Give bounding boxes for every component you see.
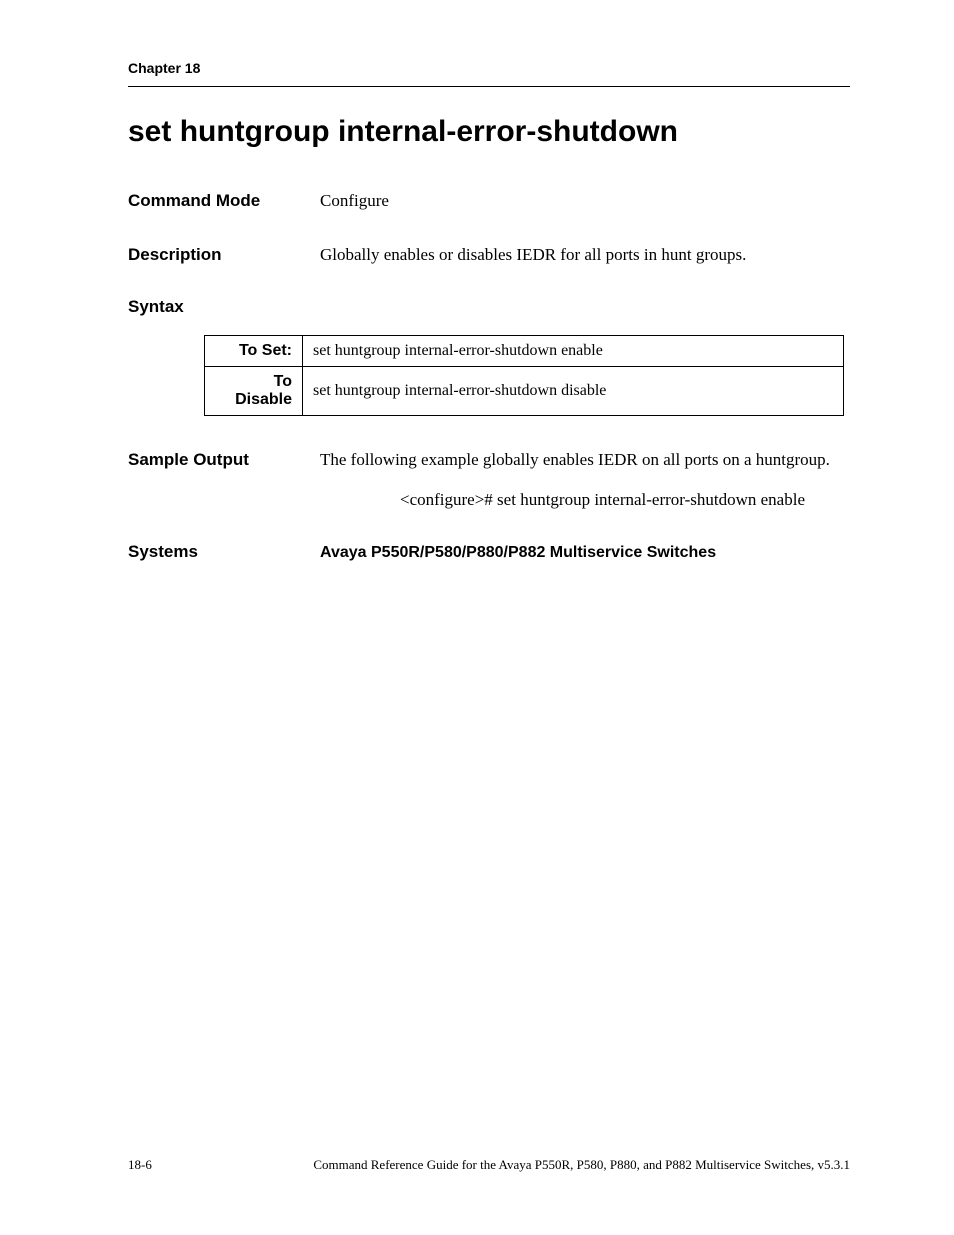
- chapter-header: Chapter 18: [128, 60, 850, 76]
- systems-label: Systems: [128, 542, 320, 562]
- syntax-row: Syntax: [128, 297, 850, 317]
- systems-row: Systems Avaya P550R/P580/P880/P882 Multi…: [128, 542, 850, 564]
- sample-output-intro: The following example globally enables I…: [320, 448, 850, 513]
- table-row: To Disable set huntgroup internal-error-…: [205, 366, 844, 415]
- table-row: To Set: set huntgroup internal-error-shu…: [205, 335, 844, 366]
- syntax-label: Syntax: [128, 297, 320, 317]
- page-footer: 18-6 Command Reference Guide for the Ava…: [128, 1157, 850, 1173]
- syntax-row-label: To Disable: [205, 366, 303, 415]
- header-rule: [128, 86, 850, 87]
- page-number: 18-6: [128, 1157, 152, 1173]
- syntax-row-label: To Set:: [205, 335, 303, 366]
- command-mode-value: Configure: [320, 189, 850, 213]
- sample-output-row: Sample Output The following example glob…: [128, 448, 850, 513]
- systems-value: Avaya P550R/P580/P880/P882 Multiservice …: [320, 542, 850, 564]
- description-value: Globally enables or disables IEDR for al…: [320, 243, 850, 267]
- command-title: set huntgroup internal-error-shutdown: [128, 115, 850, 149]
- syntax-row-value: set huntgroup internal-error-shutdown en…: [303, 335, 844, 366]
- footer-text: Command Reference Guide for the Avaya P5…: [313, 1157, 850, 1173]
- syntax-row-value: set huntgroup internal-error-shutdown di…: [303, 366, 844, 415]
- description-label: Description: [128, 245, 320, 265]
- description-row: Description Globally enables or disables…: [128, 243, 850, 267]
- page: Chapter 18 set huntgroup internal-error-…: [0, 0, 954, 1235]
- syntax-table: To Set: set huntgroup internal-error-shu…: [204, 335, 844, 416]
- sample-output-label: Sample Output: [128, 450, 320, 470]
- sample-output-intro-text: The following example globally enables I…: [320, 450, 830, 469]
- command-mode-row: Command Mode Configure: [128, 189, 850, 213]
- sample-output-example: <configure># set huntgroup internal-erro…: [400, 489, 830, 512]
- command-mode-label: Command Mode: [128, 191, 320, 211]
